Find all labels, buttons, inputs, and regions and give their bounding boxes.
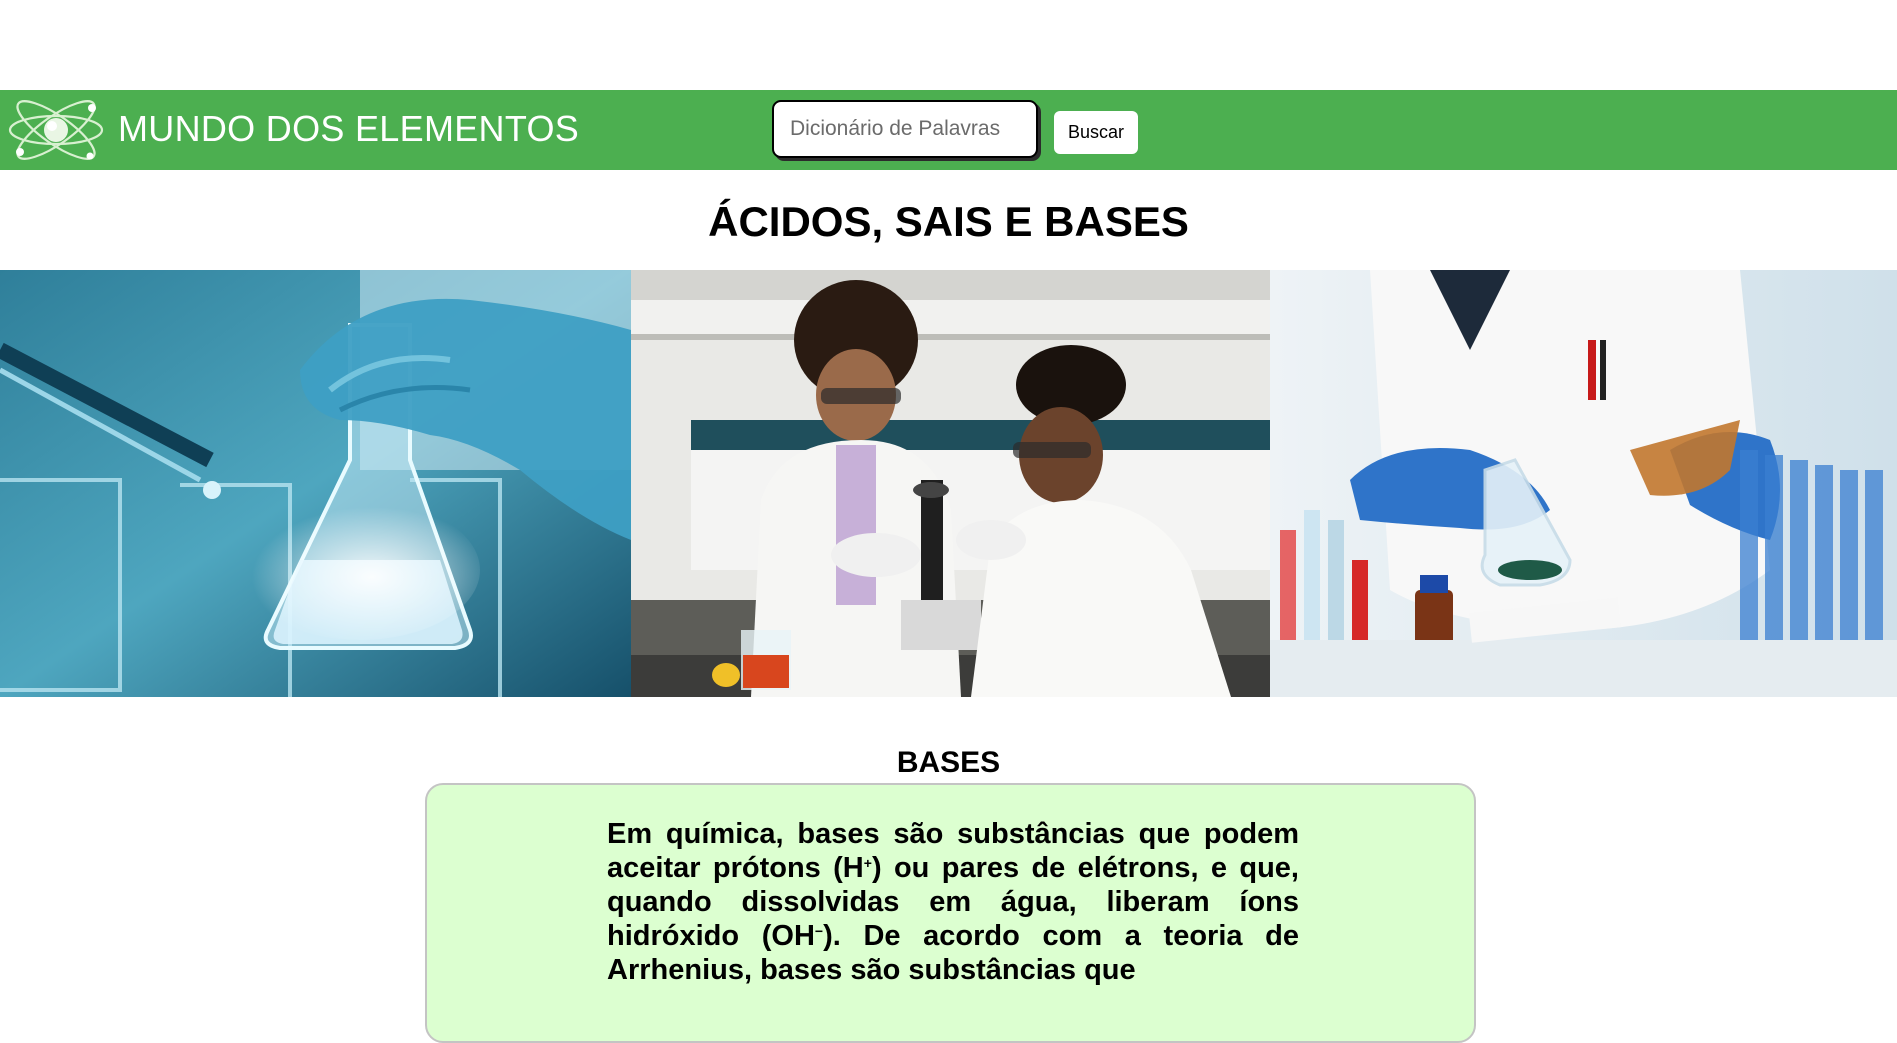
bases-content-card: Em química, bases são substâncias que po… [425, 783, 1476, 1043]
image-gallery [0, 270, 1897, 697]
chemist-pouring-liquid-photo [1270, 270, 1897, 697]
atom-logo-icon[interactable] [4, 90, 108, 170]
search-button[interactable]: Buscar [1054, 111, 1138, 154]
bases-text-superscript-2: − [814, 923, 824, 939]
bases-text-superscript-1: + [863, 855, 872, 871]
bases-description: Em química, bases são substâncias que po… [607, 817, 1299, 987]
dictionary-search-input[interactable] [772, 100, 1038, 158]
site-title[interactable]: MUNDO DOS ELEMENTOS [118, 108, 579, 150]
page-title: ÁCIDOS, SAIS E BASES [708, 198, 1189, 245]
scientists-microscope-photo [631, 270, 1270, 697]
section-title-bases: BASES [896, 746, 1001, 779]
header-navbar: MUNDO DOS ELEMENTOS Buscar [0, 90, 1897, 170]
erlenmeyer-flask-photo [0, 270, 631, 697]
